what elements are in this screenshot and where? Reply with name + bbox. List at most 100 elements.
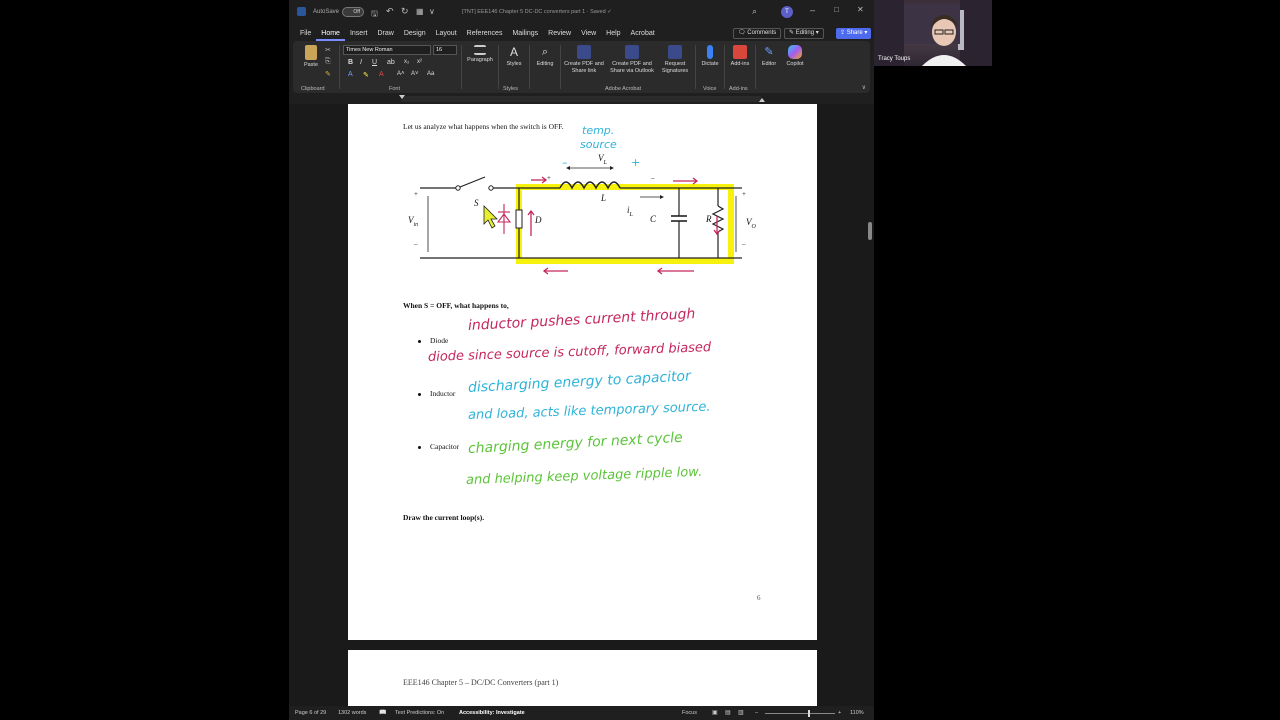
copy-icon[interactable]: ⎘ xyxy=(325,58,331,66)
request-signatures-label: Request Signatures xyxy=(661,61,689,74)
tab-help[interactable]: Help xyxy=(601,26,625,41)
paragraph-button[interactable]: Paragraph xyxy=(465,45,495,64)
right-indent-marker-icon[interactable] xyxy=(759,98,765,102)
italic-icon[interactable]: I xyxy=(360,59,362,66)
copilot-button[interactable]: Copilot xyxy=(783,45,807,68)
cut-icon[interactable]: ✂ xyxy=(325,46,331,54)
web-layout-icon[interactable]: ▥ xyxy=(738,709,744,716)
grow-font-icon[interactable]: A˄ xyxy=(397,71,405,77)
zoom-slider[interactable] xyxy=(765,713,835,714)
ruler-track[interactable] xyxy=(401,96,761,102)
close-icon[interactable]: ✕ xyxy=(857,5,864,14)
redo-icon[interactable]: ↻ xyxy=(401,6,409,17)
tab-view[interactable]: View xyxy=(576,26,601,41)
tab-insert[interactable]: Insert xyxy=(345,26,373,41)
document-canvas[interactable]: Let us analyze what happens when the swi… xyxy=(289,104,874,706)
read-mode-icon[interactable]: ▣ xyxy=(712,709,718,716)
autosave-toggle[interactable]: Off xyxy=(342,7,364,17)
format-painter-icon[interactable]: ✎ xyxy=(325,70,331,78)
avatar[interactable]: T xyxy=(781,6,793,18)
tab-file[interactable]: File xyxy=(295,26,316,41)
microphone-icon xyxy=(707,45,713,59)
tab-draw[interactable]: Draw xyxy=(372,26,398,41)
document-page[interactable]: Let us analyze what happens when the swi… xyxy=(348,104,817,640)
zoom-in-icon[interactable]: + xyxy=(838,710,841,716)
page-header: EEE146 Chapter 5 – DC/DC Converters (par… xyxy=(403,678,559,687)
print-layout-icon[interactable]: ▤ xyxy=(725,709,731,716)
strikethrough-icon[interactable]: ab xyxy=(387,59,395,66)
focus-button[interactable]: Focus xyxy=(682,710,697,716)
collapse-ribbon-icon[interactable]: ∨ xyxy=(862,84,866,91)
copilot-icon xyxy=(788,45,802,59)
create-pdf-outlook-button[interactable]: Create PDF and Share via Outlook xyxy=(607,45,657,74)
group-adobe: Adobe Acrobat xyxy=(605,86,642,92)
paste-label: Paste xyxy=(303,62,319,68)
search-icon[interactable]: ⌕ xyxy=(752,6,757,17)
vo-minus-label: – xyxy=(742,240,746,248)
vertical-scrollbar[interactable] xyxy=(866,104,874,706)
styles-icon: A xyxy=(509,45,518,59)
tab-acrobat[interactable]: Acrobat xyxy=(626,26,660,41)
editing-button[interactable]: ⌕ Editing xyxy=(533,45,557,68)
save-icon[interactable]: 🖫 xyxy=(371,8,378,22)
font-name-select[interactable]: Times New Roman xyxy=(343,45,431,55)
change-case-icon[interactable]: Aa xyxy=(427,71,434,77)
text-predictions[interactable]: Text Predictions: On xyxy=(395,710,444,716)
create-pdf-share-button[interactable]: Create PDF and Share link xyxy=(564,45,604,74)
bullet-dot xyxy=(418,393,421,396)
proofing-icon[interactable]: 📖 xyxy=(379,709,386,716)
tab-references[interactable]: References xyxy=(462,26,508,41)
undo-icon[interactable]: ↶ xyxy=(386,6,394,17)
tab-mailings[interactable]: Mailings xyxy=(507,26,543,41)
indent-marker-icon[interactable] xyxy=(399,95,405,99)
maximize-icon[interactable]: □ xyxy=(834,5,839,14)
ribbon-divider xyxy=(755,45,756,89)
diode-note-line1: inductor pushes current through xyxy=(467,306,696,334)
tab-home[interactable]: Home xyxy=(316,26,345,41)
page-count[interactable]: Page 6 of 29 xyxy=(295,710,326,716)
scroll-thumb[interactable] xyxy=(868,222,872,240)
font-color-icon[interactable]: A xyxy=(379,71,384,78)
zoom-out-icon[interactable]: – xyxy=(755,710,758,716)
customize-toolbar-icon[interactable]: ∨ xyxy=(429,7,435,16)
zoom-slider-thumb[interactable] xyxy=(808,710,810,717)
superscript-icon[interactable]: x² xyxy=(417,59,422,65)
status-bar: Page 6 of 29 1302 words 📖 Text Predictio… xyxy=(289,706,874,720)
editor-icon: ✎ xyxy=(764,46,774,58)
inductor-label: L xyxy=(601,193,607,203)
current-loop-highlight xyxy=(516,184,734,264)
minimize-icon[interactable]: – xyxy=(810,5,815,15)
tab-design[interactable]: Design xyxy=(399,26,431,41)
accessibility-status[interactable]: Accessibility: Investigate xyxy=(459,710,525,716)
shrink-font-icon[interactable]: A˅ xyxy=(411,71,419,77)
text-effects-icon[interactable]: A xyxy=(348,71,353,78)
document-page-next[interactable]: EEE146 Chapter 5 – DC/DC Converters (par… xyxy=(348,650,817,706)
bold-icon[interactable]: B xyxy=(348,59,353,66)
styles-button[interactable]: A Styles xyxy=(502,45,526,68)
mouse-cursor-icon xyxy=(483,205,498,229)
word-window: AutoSave Off 🖫 ↶ ↻ ▦ ∨ [TNT] EEE146 Chap… xyxy=(289,0,874,720)
subscript-icon[interactable]: x₂ xyxy=(404,59,409,65)
webcam-feed: Tracy Toups xyxy=(874,0,992,66)
vin-minus-label: – xyxy=(414,240,418,248)
comments-button[interactable]: 🗨 Comments xyxy=(733,28,782,39)
ribbon: Paste ✂ ⎘ ✎ Clipboard Times New Roman 16… xyxy=(293,41,870,93)
tab-layout[interactable]: Layout xyxy=(431,26,462,41)
highlight-icon[interactable]: ✎ xyxy=(363,71,369,79)
editing-mode-button[interactable]: ✎ Editing ▾ xyxy=(784,28,824,39)
underline-icon[interactable]: U xyxy=(372,59,377,66)
find-icon: ⌕ xyxy=(541,46,549,58)
paste-button[interactable]: Paste xyxy=(301,45,321,69)
share-button[interactable]: ⇪ Share ▾ xyxy=(836,28,872,39)
request-signatures-button[interactable]: Request Signatures xyxy=(659,45,691,74)
dictate-button[interactable]: Dictate xyxy=(699,45,721,68)
tab-review[interactable]: Review xyxy=(543,26,576,41)
zoom-level[interactable]: 110% xyxy=(850,710,864,716)
addins-button[interactable]: Add-ins xyxy=(728,45,752,68)
editor-button[interactable]: ✎ Editor xyxy=(759,45,779,68)
font-size-select[interactable]: 16 xyxy=(433,45,457,55)
copilot-label: Copilot xyxy=(786,61,804,67)
table-icon[interactable]: ▦ xyxy=(416,7,424,16)
word-count[interactable]: 1302 words xyxy=(338,710,366,716)
create-pdf-share-label: Create PDF and Share link xyxy=(564,61,604,74)
